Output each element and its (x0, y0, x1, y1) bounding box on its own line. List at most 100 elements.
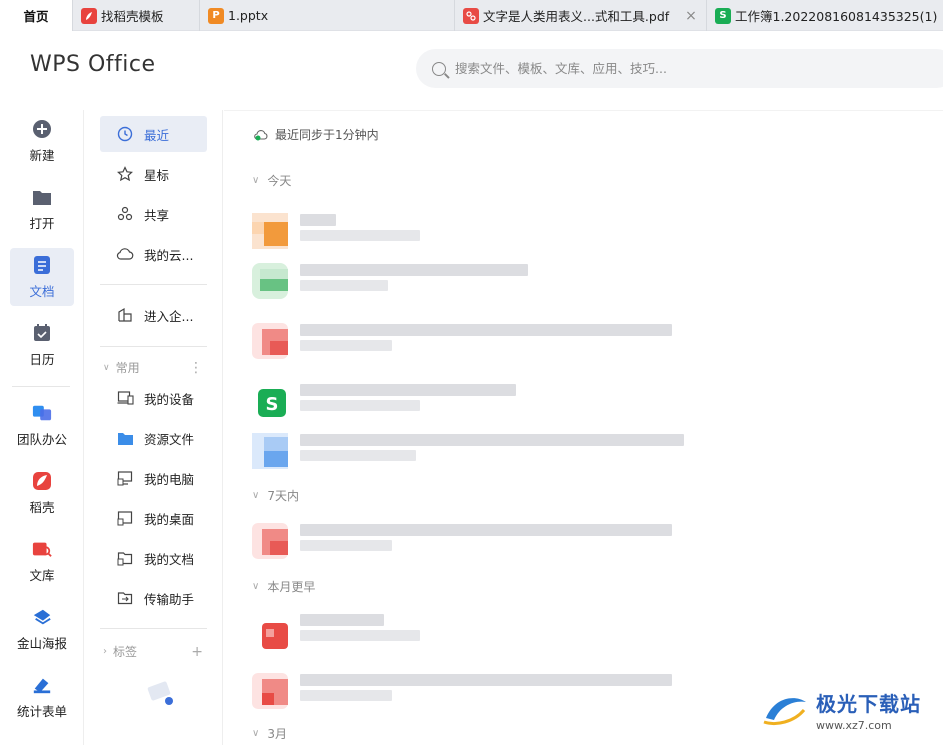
nav-item-my-documents[interactable]: 我的文档 (100, 540, 207, 576)
sync-cloud-icon (254, 129, 268, 141)
computer-icon (116, 469, 134, 487)
nav-item-my-desktop[interactable]: 我的桌面 (100, 500, 207, 536)
document-icon (32, 255, 52, 275)
close-icon[interactable]: × (685, 8, 697, 24)
rail-item-calendar[interactable]: 日历 (10, 316, 74, 374)
nav-item-my-device[interactable]: 我的设备 (100, 380, 207, 416)
common-section-header[interactable]: ∨ 常用 ⋮ (103, 359, 203, 376)
watermark-logo (763, 698, 806, 725)
file-row[interactable] (252, 318, 712, 360)
recent-files-panel: 最近同步于1分钟内 ∨ 今天 S ∨ 7天内 ∨ 本月更早 ∨ 3月 (224, 110, 943, 745)
chevron-down-icon: ∨ (252, 175, 260, 186)
nav-item-label: 我的文档 (144, 551, 195, 567)
spreadsheet-file-icon: S (258, 389, 286, 417)
nav-item-label: 我的设备 (144, 391, 195, 407)
group-header-this-month[interactable]: ∨ 本月更早 (252, 578, 315, 595)
tab-workbook[interactable]: S 工作簿1.20220816081435325(1) (707, 0, 943, 31)
tab-home[interactable]: 首页 (0, 0, 73, 31)
watermark-title: 极光下载站 (816, 692, 921, 716)
tab-pptx[interactable]: P 1.pptx (200, 0, 455, 31)
rail-item-label: 金山海报 (16, 635, 67, 651)
section-title: 常用 (115, 361, 140, 375)
tab-pdf[interactable]: 文字是人类用表义...式和工具.pdf × (455, 0, 707, 31)
nav-divider (100, 284, 207, 285)
blurred-file-path (300, 450, 416, 461)
blurred-filename (300, 614, 384, 626)
sync-status-text: 最近同步于1分钟内 (275, 128, 379, 142)
rail-item-new[interactable]: 新建 (10, 112, 74, 170)
blurred-filename (300, 674, 672, 686)
svg-text:S: S (266, 394, 279, 415)
rail-item-stat-form[interactable]: 统计表单 (10, 668, 74, 726)
file-row[interactable] (252, 608, 712, 650)
rail-item-library[interactable]: 文库 (10, 532, 74, 590)
nav-item-starred[interactable]: 星标 (100, 156, 207, 192)
library-icon (32, 539, 52, 559)
ppt-file-icon: P (208, 7, 224, 24)
search-bar[interactable] (416, 49, 943, 88)
header-shadow (224, 110, 943, 111)
folder-icon (32, 187, 52, 207)
file-row[interactable] (252, 258, 712, 300)
share-icon (116, 205, 134, 223)
chevron-down-icon: ∨ (252, 490, 260, 501)
tab-bar: 首页 找稻壳模板 P 1.pptx 文字是人类用表义...式和工具.pdf × … (0, 0, 943, 31)
rail-item-docer[interactable]: 稻壳 (10, 464, 74, 522)
more-icon[interactable]: ⋮ (189, 360, 203, 376)
blurred-filename (300, 324, 672, 336)
watermark-url: www.xz7.com (816, 719, 892, 732)
rail-item-documents[interactable]: 文档 (10, 248, 74, 306)
tags-section-header[interactable]: › 标签 + (103, 643, 203, 660)
site-watermark: 极光下载站 www.xz7.com (760, 688, 921, 732)
nav-item-label: 我的云... (144, 247, 194, 263)
group-header-march[interactable]: ∨ 3月 (252, 725, 287, 742)
file-row[interactable] (252, 428, 712, 470)
add-tag-icon[interactable]: + (191, 644, 203, 660)
chevron-right-icon: › (103, 646, 107, 657)
rail-item-open[interactable]: 打开 (10, 180, 74, 238)
rail-item-team-office[interactable]: 团队办公 (10, 396, 74, 454)
rail-item-label: 统计表单 (16, 703, 67, 719)
nav-divider (100, 628, 207, 629)
nav-item-enterprise[interactable]: 进入企... (100, 297, 207, 333)
file-row[interactable]: S (252, 378, 712, 420)
search-input[interactable] (455, 61, 895, 76)
nav-item-label: 我的桌面 (144, 511, 195, 527)
desktop-icon (116, 509, 134, 527)
tags-empty-illustration (145, 680, 177, 709)
nav-item-my-computer[interactable]: 我的电脑 (100, 460, 207, 496)
nav-item-label: 我的电脑 (144, 471, 195, 487)
tab-label: 文字是人类用表义...式和工具.pdf (483, 9, 670, 24)
blurred-file-path (300, 400, 420, 411)
nav-item-shared[interactable]: 共享 (100, 196, 207, 232)
clock-icon (116, 125, 134, 143)
file-row[interactable] (252, 668, 712, 710)
spreadsheet-file-icon: S (715, 7, 731, 24)
rail-divider (12, 386, 70, 387)
pdf-file-icon (262, 623, 288, 649)
group-label: 7天内 (267, 489, 299, 503)
star-icon (116, 165, 134, 183)
tab-docer-templates[interactable]: 找稻壳模板 (73, 0, 200, 31)
tab-label: 找稻壳模板 (101, 9, 164, 24)
rail-item-poster[interactable]: 金山海报 (10, 600, 74, 658)
building-icon (116, 306, 134, 324)
blurred-file-path (300, 540, 392, 551)
nav-item-resource-files[interactable]: 资源文件 (100, 420, 207, 456)
file-row[interactable] (252, 518, 712, 560)
group-header-today[interactable]: ∨ 今天 (252, 172, 291, 189)
section-title: 标签 (113, 645, 138, 659)
blurred-file-path (300, 340, 392, 351)
docer-icon (32, 471, 52, 491)
group-header-7days[interactable]: ∨ 7天内 (252, 487, 299, 504)
blurred-file-path (300, 230, 420, 241)
file-row[interactable] (252, 208, 712, 250)
blurred-filename (300, 214, 336, 226)
nav-item-my-cloud[interactable]: 我的云... (100, 236, 207, 272)
nav-item-recent[interactable]: 最近 (100, 116, 207, 152)
tab-label: 工作簿1.20220816081435325(1) (735, 9, 938, 24)
nav-item-transfer-assistant[interactable]: 传输助手 (100, 580, 207, 616)
chevron-down-icon: ∨ (103, 362, 110, 373)
nav-divider (100, 346, 207, 347)
calendar-icon (32, 323, 52, 343)
